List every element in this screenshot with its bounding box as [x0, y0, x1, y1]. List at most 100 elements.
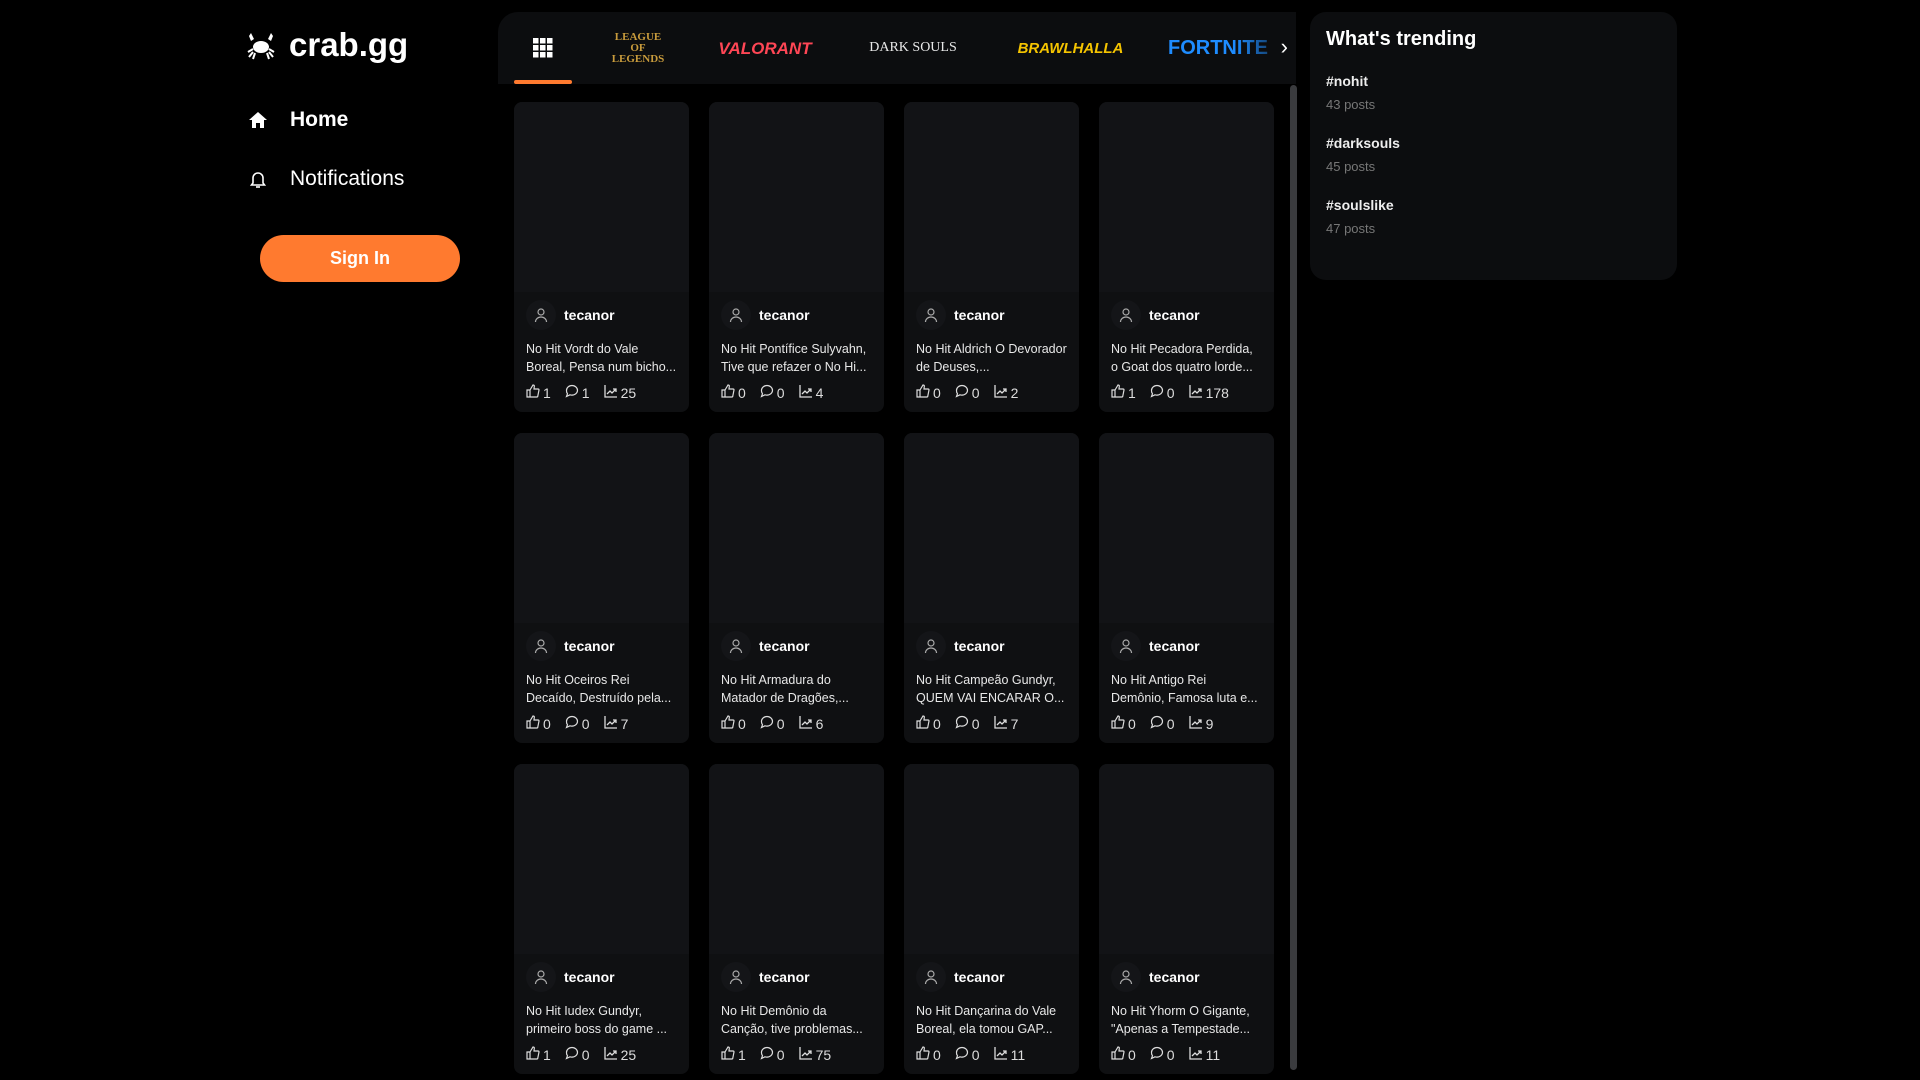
- like-button[interactable]: 0: [916, 384, 941, 401]
- brand-name: crab.gg: [289, 26, 409, 63]
- post-title[interactable]: No Hit Pontífice Sulyvahn, Tive que refa…: [709, 330, 884, 376]
- post-author[interactable]: tecanor: [1099, 954, 1274, 992]
- post-author[interactable]: tecanor: [904, 623, 1079, 661]
- post-card[interactable]: tecanor No Hit Armadura do Matador de Dr…: [709, 433, 884, 743]
- comment-count: 0: [1166, 1046, 1175, 1063]
- comment-button[interactable]: 0: [760, 1046, 785, 1063]
- comment-button[interactable]: 0: [1150, 1046, 1175, 1063]
- tab-game[interactable]: DARK SOULS: [858, 12, 968, 84]
- post-thumbnail[interactable]: [709, 433, 884, 623]
- post-card[interactable]: tecanor No Hit Aldrich O Devorador de De…: [904, 102, 1079, 412]
- like-button[interactable]: 0: [1111, 715, 1136, 732]
- views-stat: 4: [798, 384, 823, 401]
- like-button[interactable]: 0: [916, 1046, 941, 1063]
- tab-game[interactable]: BRAWLHALLA: [1013, 12, 1128, 84]
- post-thumbnail[interactable]: [514, 102, 689, 292]
- comment-button[interactable]: 0: [760, 384, 785, 401]
- nav-home[interactable]: Home: [248, 108, 348, 132]
- post-card[interactable]: tecanor No Hit Iudex Gundyr, primeiro bo…: [514, 764, 689, 1074]
- post-title[interactable]: No Hit Antigo Rei Demônio, Famosa luta e…: [1099, 661, 1274, 707]
- post-card[interactable]: tecanor No Hit Antigo Rei Demônio, Famos…: [1099, 433, 1274, 743]
- comment-button[interactable]: 0: [955, 384, 980, 401]
- post-thumbnail[interactable]: [1099, 764, 1274, 954]
- post-title[interactable]: No Hit Armadura do Matador de Dragões,..…: [709, 661, 884, 707]
- like-button[interactable]: 0: [916, 715, 941, 732]
- post-title[interactable]: No Hit Demônio da Canção, tive problemas…: [709, 992, 884, 1038]
- trending-count: 45 posts: [1326, 159, 1376, 174]
- thumbs-up-icon: [526, 384, 540, 401]
- post-author[interactable]: tecanor: [709, 292, 884, 330]
- post-card[interactable]: tecanor No Hit Campeão Gundyr, QUEM VAI …: [904, 433, 1079, 743]
- comment-button[interactable]: 0: [955, 1046, 980, 1063]
- like-button[interactable]: 1: [721, 1046, 746, 1063]
- like-button[interactable]: 1: [526, 1046, 551, 1063]
- post-title[interactable]: No Hit Iudex Gundyr, primeiro boss do ga…: [514, 992, 689, 1038]
- post-thumbnail[interactable]: [514, 764, 689, 954]
- post-thumbnail[interactable]: [1099, 433, 1274, 623]
- post-thumbnail[interactable]: [904, 102, 1079, 292]
- nav-label: Notifications: [290, 167, 405, 190]
- post-thumbnail[interactable]: [1099, 102, 1274, 292]
- comment-button[interactable]: 0: [1150, 384, 1175, 401]
- post-title[interactable]: No Hit Pecadora Perdida, o Goat dos quat…: [1099, 330, 1274, 376]
- post-thumbnail[interactable]: [904, 764, 1079, 954]
- like-button[interactable]: 0: [721, 715, 746, 732]
- post-card[interactable]: tecanor No Hit Dançarina do Vale Boreal,…: [904, 764, 1079, 1074]
- like-button[interactable]: 1: [526, 384, 551, 401]
- post-author[interactable]: tecanor: [709, 954, 884, 992]
- post-thumbnail[interactable]: [709, 102, 884, 292]
- comment-button[interactable]: 1: [565, 384, 590, 401]
- nav-notifications[interactable]: Notifications: [248, 167, 404, 191]
- comment-icon: [955, 1046, 969, 1063]
- post-author[interactable]: tecanor: [709, 623, 884, 661]
- view-count: 178: [1205, 384, 1229, 401]
- post-card[interactable]: tecanor No Hit Demônio da Canção, tive p…: [709, 764, 884, 1074]
- post-card[interactable]: tecanor No Hit Oceiros Rei Decaído, Dest…: [514, 433, 689, 743]
- sign-in-button[interactable]: Sign In: [260, 235, 460, 282]
- tab-all-games[interactable]: [514, 12, 572, 84]
- post-thumbnail[interactable]: [709, 764, 884, 954]
- comment-button[interactable]: 0: [1150, 715, 1175, 732]
- like-button[interactable]: 1: [1111, 384, 1136, 401]
- post-author[interactable]: tecanor: [514, 292, 689, 330]
- scrollbar[interactable]: [1290, 85, 1297, 1070]
- like-button[interactable]: 0: [721, 384, 746, 401]
- tab-game[interactable]: VALORANT: [710, 12, 820, 84]
- post-stats: 0 0 11: [1099, 1038, 1274, 1063]
- post-thumbnail[interactable]: [904, 433, 1079, 623]
- brand-logo[interactable]: crab.gg: [245, 26, 408, 64]
- trending-item[interactable]: #nohit 43 posts: [1326, 73, 1661, 112]
- post-title[interactable]: No Hit Oceiros Rei Decaído, Destruído pe…: [514, 661, 689, 707]
- post-author[interactable]: tecanor: [1099, 292, 1274, 330]
- post-author[interactable]: tecanor: [904, 292, 1079, 330]
- post-title[interactable]: No Hit Aldrich O Devorador de Deuses,...: [904, 330, 1079, 376]
- like-count: 0: [738, 384, 746, 401]
- comment-button[interactable]: 0: [955, 715, 980, 732]
- post-author[interactable]: tecanor: [514, 954, 689, 992]
- like-button[interactable]: 0: [1111, 1046, 1136, 1063]
- post-author[interactable]: tecanor: [1099, 623, 1274, 661]
- post-title[interactable]: No Hit Yhorm O Gigante, "Apenas a Tempes…: [1099, 992, 1274, 1038]
- comment-button[interactable]: 0: [565, 1046, 590, 1063]
- post-card[interactable]: tecanor No Hit Vordt do Vale Boreal, Pen…: [514, 102, 689, 412]
- like-button[interactable]: 0: [526, 715, 551, 732]
- post-card[interactable]: tecanor No Hit Pontífice Sulyvahn, Tive …: [709, 102, 884, 412]
- trending-item[interactable]: #soulslike 47 posts: [1326, 197, 1661, 236]
- post-title[interactable]: No Hit Campeão Gundyr, QUEM VAI ENCARAR …: [904, 661, 1079, 707]
- post-card[interactable]: tecanor No Hit Pecadora Perdida, o Goat …: [1099, 102, 1274, 412]
- comment-button[interactable]: 0: [760, 715, 785, 732]
- post-author[interactable]: tecanor: [514, 623, 689, 661]
- chevron-right-icon[interactable]: ›: [1281, 34, 1288, 60]
- post-card[interactable]: tecanor No Hit Yhorm O Gigante, "Apenas …: [1099, 764, 1274, 1074]
- comment-icon: [955, 384, 969, 401]
- post-author[interactable]: tecanor: [904, 954, 1079, 992]
- crab-icon: [247, 33, 275, 60]
- tab-game[interactable]: LEAGUE OF LEGENDS: [598, 12, 678, 84]
- comment-button[interactable]: 0: [565, 715, 590, 732]
- post-title[interactable]: No Hit Vordt do Vale Boreal, Pensa num b…: [514, 330, 689, 376]
- comment-count: 0: [971, 384, 980, 401]
- post-title[interactable]: No Hit Dançarina do Vale Boreal, ela tom…: [904, 992, 1079, 1038]
- trending-item[interactable]: #darksouls 45 posts: [1326, 135, 1661, 174]
- view-count: 75: [815, 1046, 832, 1063]
- post-thumbnail[interactable]: [514, 433, 689, 623]
